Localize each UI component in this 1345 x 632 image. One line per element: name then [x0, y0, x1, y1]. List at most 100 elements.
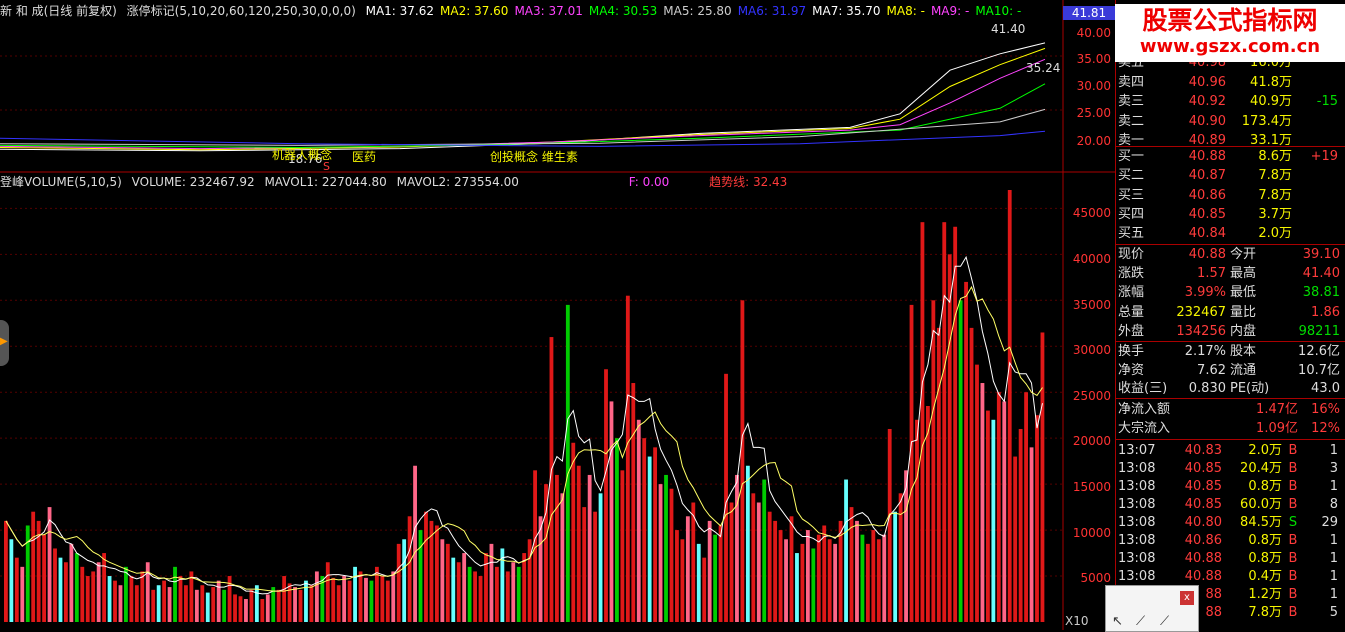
volume-tick: 35000 [1072, 298, 1111, 312]
quote-row: 外盘 134256 内盘 98211 [1116, 322, 1345, 341]
volume-bar [1029, 447, 1034, 622]
volume-bar [735, 474, 739, 622]
volume-bar [1002, 401, 1007, 622]
volume-tick: 40000 [1072, 252, 1111, 266]
volume-bar [369, 580, 374, 622]
tick-row: 13:08 40.88 0.8万 B 1 [1116, 549, 1345, 568]
tick-volume: 0.8万 [1248, 479, 1282, 494]
flow-pct: 16% [1311, 402, 1340, 417]
volume-bar [696, 543, 701, 622]
volume-bar [936, 327, 941, 622]
bid-row: 买一 40.88 8.6万 +19 [1116, 147, 1345, 166]
volume-bar [920, 222, 925, 622]
drawing-tool-popup[interactable]: x ↖ ⟋ ⟋ [1105, 585, 1199, 632]
volume-bar [849, 507, 854, 622]
volume-bar [931, 300, 936, 622]
volume-bar [64, 562, 68, 622]
volume-bar [113, 580, 117, 622]
divider [1116, 146, 1345, 147]
left-scroll-handle[interactable]: ▶ [0, 320, 9, 366]
ma-legend: MA1: 37.62 MA2: 37.60 MA3: 37.01 MA4: 30.53… [366, 4, 1028, 18]
volume-bar [636, 419, 641, 622]
volume-bar [358, 571, 363, 622]
volume-bar [789, 516, 794, 622]
volume-bar [238, 596, 243, 622]
volume-bar [80, 566, 85, 622]
volume-bar [740, 300, 745, 622]
volume-bar [380, 576, 385, 622]
price-axis: 41.81 40.00 35.00 30.00 25.00 20.00 [1063, 0, 1115, 172]
volume-bar [413, 465, 417, 622]
mavol2-value: MAVOL2: 273554.00 [396, 175, 519, 189]
volume-bar [756, 502, 761, 622]
kline-volume-chart[interactable] [0, 0, 1115, 630]
ask-row: 卖二 40.90 173.4万 [1116, 112, 1345, 131]
volume-bar [298, 589, 303, 622]
volume-bar [691, 502, 696, 622]
tick-count: 1 [1329, 551, 1338, 566]
volume-bar [467, 566, 472, 622]
ma-legend-item: MA6: 31.97 [737, 4, 807, 18]
volume-bar [47, 507, 52, 622]
flow-value: 1.09亿 [1256, 421, 1298, 436]
volume-bar [909, 304, 914, 622]
volume-bar [505, 571, 510, 622]
ask-price: 40.90 [1188, 113, 1226, 129]
ray-tool-icon[interactable]: ⟋ [1160, 614, 1169, 629]
volume-bar [58, 557, 63, 622]
volume-bar [615, 438, 619, 622]
volume-bar [685, 516, 690, 622]
tick-time: 13:08 [1118, 515, 1156, 530]
volume-header: 登峰VOLUME(5,10,5) VOLUME: 232467.92 MAVOL… [0, 173, 793, 191]
tick-side: B [1288, 479, 1298, 494]
quote-label: 总量 [1118, 304, 1145, 320]
close-icon[interactable]: x [1180, 591, 1194, 605]
volume-bar [587, 474, 592, 622]
stats-value: 7.62 [1197, 362, 1226, 378]
volume-bar [211, 587, 216, 622]
stats-value: 0.830 [1188, 381, 1226, 396]
volume-bar [347, 580, 352, 622]
quote-value: 3.99% [1184, 285, 1226, 301]
volume-bar [625, 295, 630, 622]
volume-bar [642, 438, 647, 622]
volume-bar [713, 534, 718, 622]
volume-bar [609, 401, 614, 622]
volume-bar [904, 470, 908, 622]
volume-bar [898, 493, 903, 622]
volume-tick: 30000 [1072, 343, 1111, 357]
volume-bar [560, 493, 565, 622]
quote-value: 98211 [1298, 323, 1340, 339]
bid-row: 买二 40.87 7.8万 [1116, 166, 1345, 185]
volume-bar [865, 543, 870, 622]
volume-bar [511, 562, 516, 622]
volume-bar [822, 525, 827, 622]
stats-row: 收益(三) 0.830 PE(动) 43.0 [1116, 379, 1345, 398]
tick-side: B [1288, 443, 1298, 458]
volume-bar [342, 576, 347, 622]
tick-volume: 0.8万 [1248, 533, 1282, 548]
line-tool-icon[interactable]: ⟋ [1136, 614, 1145, 629]
mavol1-line [5, 255, 1043, 595]
volume-unit: X10 [1065, 614, 1089, 628]
tick-price: 40.86 [1184, 533, 1222, 548]
volume-bar [942, 222, 947, 622]
tick-count: 29 [1321, 515, 1338, 530]
quote-panel: 卖五 40.98 16.0万 卖四 40.96 41.8万 卖三 40.92 40.9万 -15 卖… [1115, 0, 1345, 630]
volume-bar [958, 300, 963, 622]
cursor-tool-icon[interactable]: ↖ [1112, 614, 1123, 629]
mavol2-line [5, 285, 1043, 592]
flow-value: 1.47亿 [1256, 402, 1298, 417]
volume-bar [1018, 428, 1023, 622]
volume-bar [1040, 332, 1045, 622]
chart-area[interactable]: 新 和 成(日线 前复权) 涨停标记(5,10,20,60,120,250,30… [0, 0, 1115, 630]
volume-bar [653, 447, 658, 622]
quote-label: 现价 [1118, 247, 1145, 262]
volume-bar [456, 562, 461, 622]
ask-volume: 173.4万 [1241, 113, 1292, 129]
f-value: F: 0.00 [628, 175, 670, 189]
volume-bar [402, 539, 407, 622]
price-tick: 35.00 [1076, 52, 1111, 66]
tick-row: 13:07 40.83 2.0万 B 1 [1116, 441, 1345, 460]
tick-price: 40.83 [1184, 443, 1222, 458]
